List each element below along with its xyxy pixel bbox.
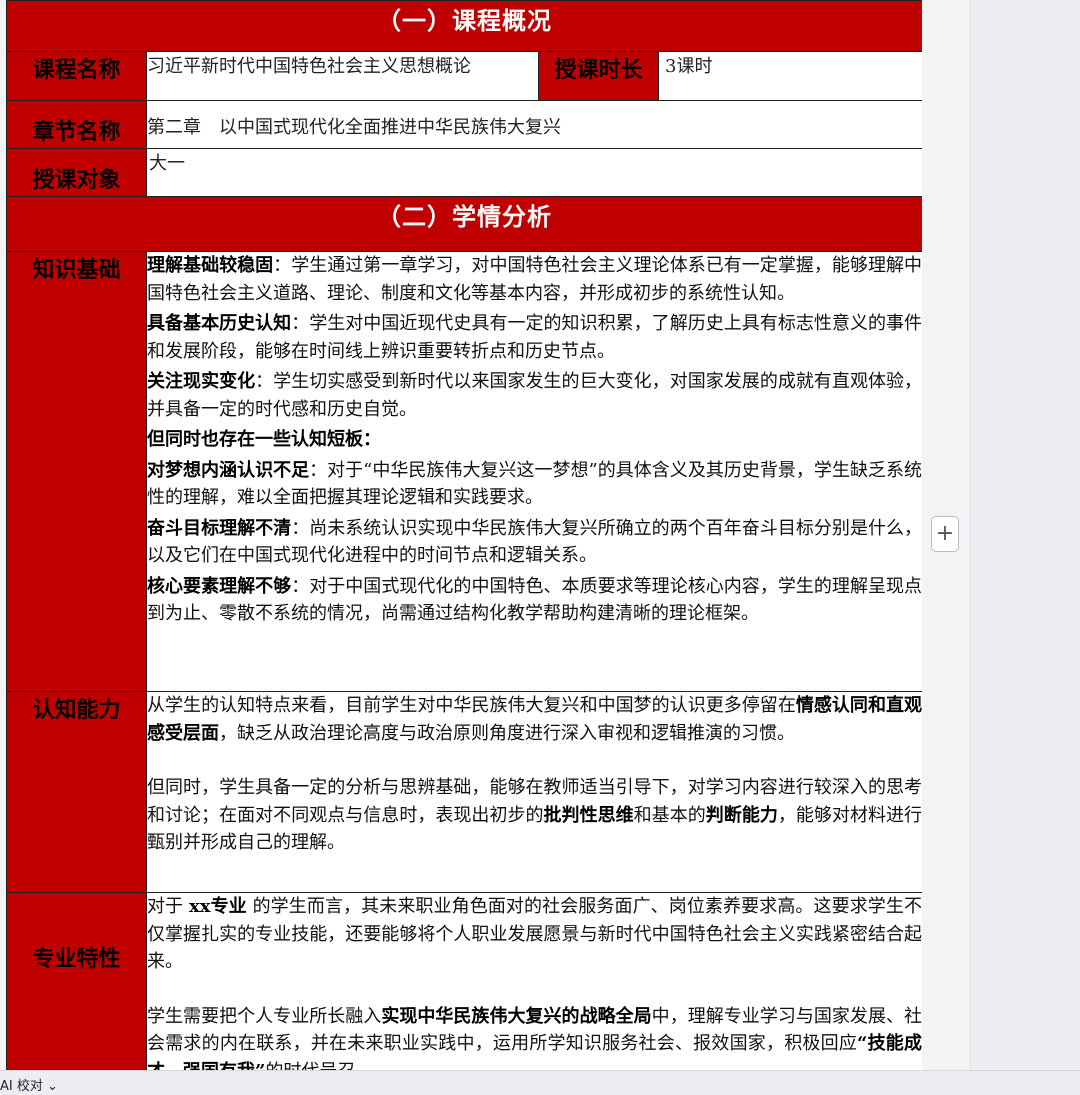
major-paragraph-2: 学生需要把个人专业所长融入实现中华民族伟大复兴的战略全局中，理解专业学习与国家发…	[147, 1005, 922, 1071]
knowledge-base-content[interactable]: 理解基础较稳固：学生通过第一章学习，对中国特色社会主义理论体系已有一定掌握，能够…	[146, 251, 922, 692]
document-table-area: （一）课程概况 课程名称 习近平新时代中国特色社会主义思想概论 授课时长 3课时…	[6, 0, 922, 1070]
ai-proofread-button[interactable]: AI 校对 ⌄	[0, 1075, 58, 1094]
cognitive-ability-label: 认知能力	[6, 691, 147, 893]
course-hours-label: 授课时长	[538, 51, 659, 101]
section-header-learner-analysis: （二）学情分析	[6, 196, 922, 252]
knowledge-item: 关注现实变化：学生切实感受到新时代以来国家发生的巨大变化，对国家发展的成就有直观…	[147, 371, 922, 420]
knowledge-item: 具备基本历史认知：学生对中国近现代史具有一定的知识积累，了解历史上具有标志性意义…	[147, 313, 922, 362]
right-panel	[970, 0, 1080, 1070]
knowledge-item: 理解基础较稳固：学生通过第一章学习，对中国特色社会主义理论体系已有一定掌握，能够…	[147, 255, 922, 304]
course-name-value[interactable]: 习近平新时代中国特色社会主义思想概论	[146, 51, 539, 101]
knowledge-item: 但同时也存在一些认知短板：	[147, 429, 381, 450]
add-row-button[interactable]: +	[931, 516, 959, 552]
cognitive-paragraph-2: 但同时，学生具备一定的分析与思辨基础，能够在教师适当引导下，对学习内容进行较深入…	[147, 777, 922, 853]
course-hours-value[interactable]: 3课时	[658, 51, 922, 101]
major-paragraph-1: 对于 xx专业 的学生而言，其未来职业角色面对的社会服务面广、岗位素养要求高。这…	[147, 896, 922, 972]
lesson-plan-table: （一）课程概况 课程名称 习近平新时代中国特色社会主义思想概论 授课时长 3课时…	[6, 0, 922, 1070]
knowledge-item: 核心要素理解不够：对于中国式现代化的中国特色、本质要求等理论核心内容，学生的理解…	[147, 575, 922, 625]
major-traits-content[interactable]: 对于 xx专业 的学生而言，其未来职业角色面对的社会服务面广、岗位素养要求高。这…	[146, 892, 922, 1071]
knowledge-item: 对梦想内涵认识不足：对于“中华民族伟大复兴这一梦想”的具体含义及其历史背景，学生…	[147, 459, 922, 509]
audience-value[interactable]: 大一	[146, 148, 922, 197]
section-header-course-overview: （一）课程概况	[6, 0, 922, 52]
cognitive-ability-content[interactable]: 从学生的认知特点来看，目前学生对中华民族伟大复兴和中国梦的认识更多停留在情感认同…	[146, 691, 922, 893]
knowledge-base-label: 知识基础	[6, 251, 147, 692]
status-bar: AI 校对 ⌄	[0, 1070, 1080, 1095]
major-traits-label: 专业特性	[6, 892, 147, 1070]
course-name-label: 课程名称	[6, 51, 147, 101]
chapter-name-value[interactable]: 第二章 以中国式现代化全面推进中华民族伟大复兴	[146, 100, 922, 149]
knowledge-item: 奋斗目标理解不清：尚未系统认识实现中华民族伟大复兴所确立的两个百年奋斗目标分别是…	[147, 517, 922, 567]
audience-label: 授课对象	[6, 148, 147, 197]
chapter-name-label: 章节名称	[6, 100, 147, 149]
cognitive-paragraph-1: 从学生的认知特点来看，目前学生对中华民族伟大复兴和中国梦的认识更多停留在情感认同…	[147, 695, 922, 744]
